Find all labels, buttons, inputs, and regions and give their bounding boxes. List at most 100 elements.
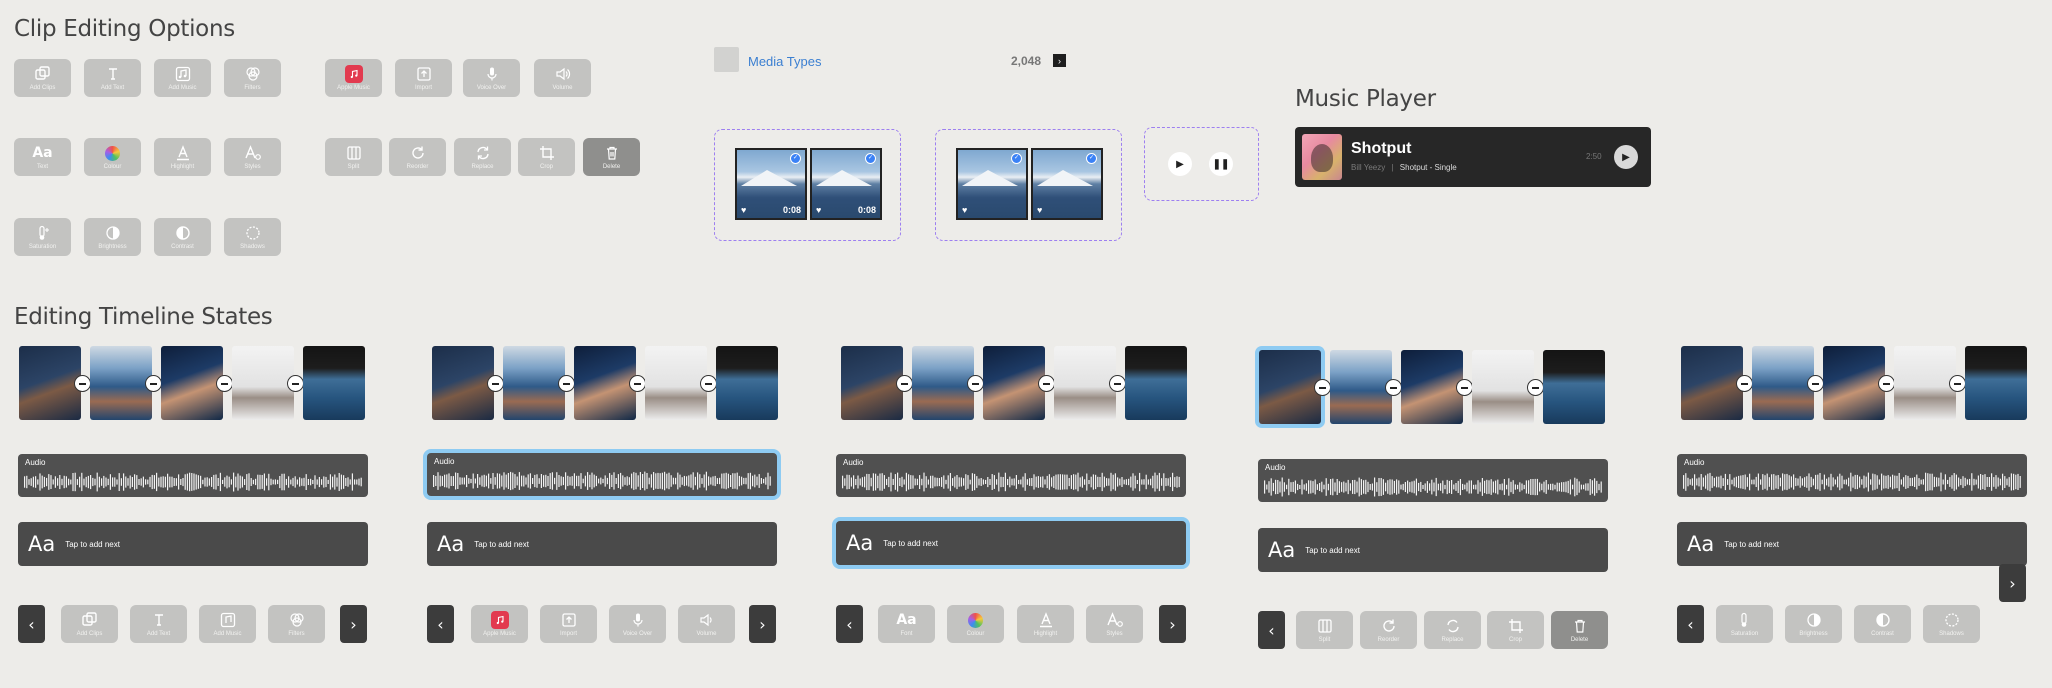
contrast-tool[interactable]: Contrast bbox=[154, 218, 211, 256]
remove-clip-icon[interactable] bbox=[1878, 375, 1895, 392]
styles-tool[interactable]: Styles bbox=[224, 138, 281, 176]
remove-clip-icon[interactable] bbox=[1385, 379, 1402, 396]
import-tool[interactable]: Import bbox=[395, 59, 452, 97]
remove-clip-icon[interactable] bbox=[558, 375, 575, 392]
media-thumbnail[interactable]: ✓ ♥ bbox=[1031, 148, 1103, 220]
audio-track[interactable]: Audio bbox=[1258, 459, 1608, 502]
import-tool[interactable]: Import bbox=[540, 605, 597, 643]
colour-tool[interactable]: Colour bbox=[84, 138, 141, 176]
clip-frame[interactable] bbox=[1752, 346, 1814, 420]
highlight-tool[interactable]: Highlight bbox=[154, 138, 211, 176]
clip-frame[interactable] bbox=[503, 346, 565, 420]
text-track[interactable]: Aa Tap to add next bbox=[1258, 528, 1608, 572]
media-thumbnail[interactable]: ✓ ♥ bbox=[956, 148, 1028, 220]
play-icon[interactable]: ▶ bbox=[1168, 152, 1192, 176]
font-tool[interactable]: Aa Font bbox=[878, 605, 935, 643]
music-player[interactable]: Shotput Bill Yeezy | Shotput - Single 2:… bbox=[1295, 127, 1651, 187]
contrast-tool[interactable]: Contrast bbox=[1854, 605, 1911, 643]
remove-clip-icon[interactable] bbox=[487, 375, 504, 392]
volume-tool[interactable]: Volume bbox=[534, 59, 591, 97]
remove-clip-icon[interactable] bbox=[1314, 379, 1331, 396]
text-track[interactable]: Aa Tap to add next bbox=[1677, 522, 2027, 566]
chevron-right-icon[interactable]: › bbox=[1053, 54, 1066, 67]
clip-frame[interactable] bbox=[716, 346, 778, 420]
remove-clip-icon[interactable] bbox=[1736, 375, 1753, 392]
split-tool[interactable]: Split bbox=[325, 138, 382, 176]
clip-frame[interactable] bbox=[1330, 350, 1392, 424]
clip-frame[interactable] bbox=[1894, 346, 1956, 420]
clip-frame[interactable] bbox=[645, 346, 707, 420]
play-icon[interactable]: ▶ bbox=[1614, 145, 1638, 169]
clip-frame[interactable] bbox=[1472, 350, 1534, 424]
remove-clip-icon[interactable] bbox=[1949, 375, 1966, 392]
clip-frame[interactable] bbox=[1965, 346, 2027, 420]
remove-clip-icon[interactable] bbox=[74, 375, 91, 392]
audio-track[interactable]: Audio bbox=[836, 454, 1186, 497]
clip-frame[interactable] bbox=[1543, 350, 1605, 424]
clip-frame[interactable] bbox=[983, 346, 1045, 420]
chevron-left-icon[interactable]: ‹ bbox=[427, 605, 454, 643]
clip-frame[interactable] bbox=[232, 346, 294, 420]
chevron-left-icon[interactable]: ‹ bbox=[836, 605, 863, 643]
remove-clip-icon[interactable] bbox=[1807, 375, 1824, 392]
pause-icon[interactable]: ❚❚ bbox=[1209, 152, 1233, 176]
chevron-left-icon[interactable]: ‹ bbox=[18, 605, 45, 643]
remove-clip-icon[interactable] bbox=[1109, 375, 1126, 392]
chevron-left-icon[interactable]: ‹ bbox=[1677, 605, 1704, 643]
text-track-selected[interactable]: Aa Tap to add next bbox=[836, 521, 1186, 565]
media-types-link[interactable]: Media Types bbox=[748, 54, 821, 69]
remove-clip-icon[interactable] bbox=[216, 375, 233, 392]
remove-clip-icon[interactable] bbox=[145, 375, 162, 392]
audio-track[interactable]: Audio bbox=[1677, 454, 2027, 497]
saturation-tool[interactable]: Saturation bbox=[14, 218, 71, 256]
highlight-tool[interactable]: Highlight bbox=[1017, 605, 1074, 643]
clip-frame[interactable] bbox=[303, 346, 365, 420]
text-track[interactable]: Aa Tap to add next bbox=[18, 522, 368, 566]
reorder-tool[interactable]: Reorder bbox=[1360, 611, 1417, 649]
remove-clip-icon[interactable] bbox=[629, 375, 646, 392]
audio-track[interactable]: Audio bbox=[18, 454, 368, 497]
clip-frame[interactable] bbox=[1401, 350, 1463, 424]
chevron-right-icon[interactable]: › bbox=[1159, 605, 1186, 643]
styles-tool[interactable]: Styles bbox=[1086, 605, 1143, 643]
replace-tool[interactable]: Replace bbox=[454, 138, 511, 176]
brightness-tool[interactable]: Brightness bbox=[84, 218, 141, 256]
colour-tool[interactable]: Colour bbox=[947, 605, 1004, 643]
chevron-right-icon[interactable]: › bbox=[749, 605, 776, 643]
shadows-tool[interactable]: Shadows bbox=[224, 218, 281, 256]
clip-frame[interactable] bbox=[90, 346, 152, 420]
filters-tool[interactable]: Filters bbox=[224, 59, 281, 97]
brightness-tool[interactable]: Brightness bbox=[1785, 605, 1842, 643]
remove-clip-icon[interactable] bbox=[1527, 379, 1544, 396]
add-clips-tool[interactable]: Add Clips bbox=[14, 59, 71, 97]
voice-over-tool[interactable]: Voice Over bbox=[463, 59, 520, 97]
clip-frame[interactable] bbox=[574, 346, 636, 420]
crop-tool[interactable]: Crop bbox=[518, 138, 575, 176]
clip-frame[interactable] bbox=[432, 346, 494, 420]
text-tool[interactable]: Aa Text bbox=[14, 138, 71, 176]
media-thumbnail[interactable]: ✓ ♥ 0:08 bbox=[810, 148, 882, 220]
clip-frame[interactable] bbox=[161, 346, 223, 420]
crop-tool[interactable]: Crop bbox=[1487, 611, 1544, 649]
split-tool[interactable]: Split bbox=[1296, 611, 1353, 649]
add-music-tool[interactable]: Add Music bbox=[154, 59, 211, 97]
clip-frame[interactable] bbox=[1259, 350, 1321, 424]
volume-tool[interactable]: Volume bbox=[678, 605, 735, 643]
clip-frame[interactable] bbox=[841, 346, 903, 420]
shadows-tool[interactable]: Shadows bbox=[1923, 605, 1980, 643]
add-music-tool[interactable]: Add Music bbox=[199, 605, 256, 643]
chevron-right-icon[interactable]: › bbox=[1999, 564, 2026, 602]
remove-clip-icon[interactable] bbox=[967, 375, 984, 392]
apple-music-tool[interactable]: Apple Music bbox=[325, 59, 382, 97]
chevron-right-icon[interactable]: › bbox=[340, 605, 367, 643]
voice-over-tool[interactable]: Voice Over bbox=[609, 605, 666, 643]
audio-track-selected[interactable]: Audio bbox=[427, 453, 777, 496]
clip-frame[interactable] bbox=[912, 346, 974, 420]
clip-frame[interactable] bbox=[1681, 346, 1743, 420]
chevron-left-icon[interactable]: ‹ bbox=[1258, 611, 1285, 649]
remove-clip-icon[interactable] bbox=[896, 375, 913, 392]
apple-music-tool[interactable]: Apple Music bbox=[471, 605, 528, 643]
reorder-tool[interactable]: Reorder bbox=[389, 138, 446, 176]
replace-tool[interactable]: Replace bbox=[1424, 611, 1481, 649]
text-track[interactable]: Aa Tap to add next bbox=[427, 522, 777, 566]
